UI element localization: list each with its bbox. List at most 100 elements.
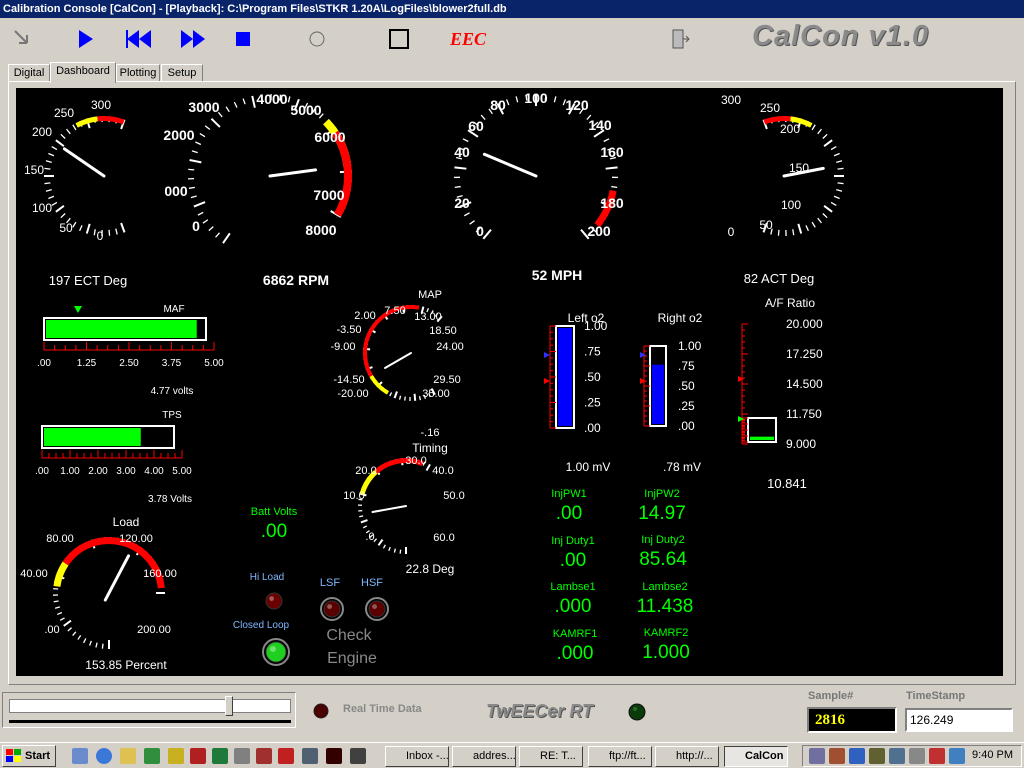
injpw2-label: InjPW2 xyxy=(644,488,679,500)
speed-gauge-tick xyxy=(454,185,461,189)
playback-progress-line xyxy=(9,720,291,723)
quicklaunch-tools-icon[interactable] xyxy=(234,748,250,764)
open-log-button[interactable] xyxy=(6,24,36,54)
tray-network-icon[interactable] xyxy=(809,748,825,764)
injduty1-value: .00 xyxy=(560,550,586,571)
hi-load-lamp-icon xyxy=(265,592,283,610)
speed-gauge-tick-label: 120 xyxy=(565,97,589,113)
ect-gauge-tick xyxy=(60,133,66,139)
task-ftp[interactable]: ftp://ft... xyxy=(588,746,652,767)
tray-volume-icon[interactable] xyxy=(909,748,925,764)
af-tick-label: 20.000 xyxy=(786,317,823,331)
record-button[interactable] xyxy=(302,24,332,54)
maf-tick-label: .00 xyxy=(37,358,51,369)
rpm-gauge-tick-label: 6000 xyxy=(314,129,345,145)
batt-label: Batt Volts xyxy=(251,506,298,518)
load-gauge-tick xyxy=(57,611,63,616)
tray-modem-icon[interactable] xyxy=(869,748,885,764)
rpm-gauge-tick-label: 3000 xyxy=(188,99,219,115)
speed-gauge-tick xyxy=(469,220,475,225)
ect-gauge-tick xyxy=(51,201,58,206)
quicklaunch-outlook-icon[interactable] xyxy=(72,748,88,764)
quicklaunch-tool-icon[interactable] xyxy=(144,748,160,764)
right_o2-tick-label: .75 xyxy=(678,359,695,373)
quicklaunch-ie-icon[interactable] xyxy=(96,748,112,764)
exit-button[interactable] xyxy=(664,24,694,54)
timing-gauge-tick xyxy=(359,515,364,518)
tray-monitor-icon[interactable] xyxy=(849,748,865,764)
fast-forward-button[interactable] xyxy=(178,24,208,54)
timing-gauge-tick-label: 10.0 xyxy=(343,490,364,502)
left-o2-marker-red xyxy=(544,378,550,384)
rpm-gauge-needle xyxy=(268,168,318,178)
kamrf1-label: KAMRF1 xyxy=(553,628,598,640)
quicklaunch-excel-icon[interactable] xyxy=(212,748,228,764)
tray-ebay-icon[interactable] xyxy=(929,748,945,764)
tab-plotting[interactable]: Plotting xyxy=(116,64,160,82)
rpm-readout: 6862 RPM xyxy=(263,272,329,288)
task-reply[interactable]: RE: T... xyxy=(519,746,583,767)
tps-tick-label: 3.00 xyxy=(116,466,136,477)
map-gauge-tick xyxy=(393,391,398,399)
timing-gauge-needle xyxy=(371,505,407,514)
task-calcon[interactable]: CalCon xyxy=(724,746,788,767)
load-gauge-tick xyxy=(82,638,87,644)
map-gauge-tick-label: 13.00 xyxy=(414,311,442,323)
act-gauge-tick xyxy=(836,189,843,192)
af-tick-label: 14.500 xyxy=(786,377,823,391)
right-o2-marker-blue xyxy=(640,352,646,358)
load-gauge-tick-label: 120.00 xyxy=(119,533,153,545)
speed-gauge-tick xyxy=(553,96,557,103)
square-button[interactable] xyxy=(384,24,414,54)
quicklaunch-window-icon[interactable] xyxy=(302,748,318,764)
act-gauge-tick xyxy=(811,221,816,228)
ect-gauge-tick xyxy=(48,152,55,157)
task-inbox[interactable]: Inbox -... xyxy=(385,746,449,767)
tab-setup[interactable]: Setup xyxy=(161,64,203,82)
tab-digital[interactable]: Digital xyxy=(8,64,50,82)
ect-gauge-needle xyxy=(62,147,106,178)
quicklaunch-media-icon[interactable] xyxy=(326,748,342,764)
quicklaunch-paint-icon[interactable] xyxy=(190,748,206,764)
playback-slider-track[interactable] xyxy=(9,699,291,713)
map-title: MAP xyxy=(418,289,442,301)
quicklaunch-explorer-icon[interactable] xyxy=(120,748,136,764)
play-button[interactable] xyxy=(70,24,100,54)
eec-button[interactable]: EEC xyxy=(448,24,488,54)
timing-gauge-tick-label: .0 xyxy=(365,531,374,543)
tray-antivirus-icon[interactable] xyxy=(829,748,845,764)
tray-display-icon[interactable] xyxy=(889,748,905,764)
rpm-gauge-tick-label: 4000 xyxy=(256,91,287,107)
task-http[interactable]: http://... xyxy=(655,746,719,767)
speed-gauge-tick xyxy=(463,212,470,217)
sample-number-display: 2816 xyxy=(807,707,897,733)
quicklaunch-terminal-icon[interactable] xyxy=(350,748,366,764)
speed-readout: 52 MPH xyxy=(532,267,583,283)
stop-button[interactable] xyxy=(228,24,258,54)
load-gauge-tick xyxy=(95,642,98,648)
load-gauge-tick-label: 200.00 xyxy=(137,624,171,636)
ect-gauge-tick-label: 0 xyxy=(97,229,104,243)
start-button[interactable]: Start xyxy=(2,745,56,767)
ect-gauge-tick-label: 100 xyxy=(32,201,52,215)
speed-gauge-needle xyxy=(482,152,538,178)
load-gauge-tick xyxy=(59,617,65,621)
door-exit-icon xyxy=(672,29,690,49)
act-gauge-tick-label: 250 xyxy=(760,101,780,115)
task-address[interactable]: addres... xyxy=(452,746,516,767)
ect-gauge-tick xyxy=(120,222,126,233)
quicklaunch-app-icon[interactable] xyxy=(168,748,184,764)
quicklaunch-eec-icon[interactable] xyxy=(278,748,294,764)
tab-dashboard[interactable]: Dashboard xyxy=(50,62,116,83)
load-gauge-tick xyxy=(63,619,72,627)
act-gauge-tick xyxy=(811,124,816,131)
rewind-button[interactable] xyxy=(124,24,154,54)
timestamp-field[interactable]: 126.249 xyxy=(905,708,1013,732)
rpm-gauge-tick xyxy=(191,150,198,154)
rpm-gauge-tick xyxy=(189,159,202,164)
quicklaunch-car-icon[interactable] xyxy=(256,748,272,764)
playback-slider-thumb[interactable] xyxy=(225,696,234,716)
tray-app-icon[interactable] xyxy=(949,748,965,764)
map-gauge-tick-label: -9.00 xyxy=(330,341,355,353)
map-gauge-needle xyxy=(384,352,412,369)
